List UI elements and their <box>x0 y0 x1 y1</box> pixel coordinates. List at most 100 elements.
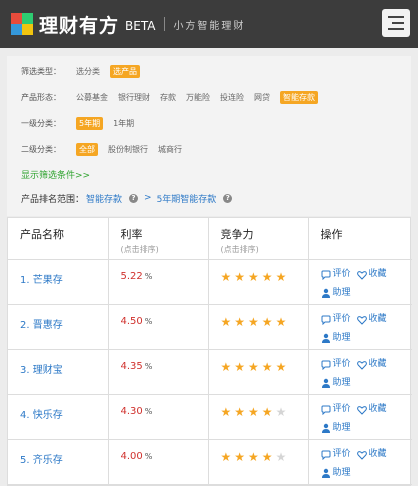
star-icon: ★ <box>220 315 232 329</box>
logo-icon[interactable] <box>11 13 33 35</box>
menu-icon <box>388 16 404 18</box>
star-icon: ★ <box>275 405 287 419</box>
filter-label: 产品形态： <box>21 92 61 102</box>
star-icon: ★ <box>275 270 287 284</box>
comment-label: 评价 <box>332 449 351 459</box>
product-name-cell: 5. 齐乐存 <box>8 439 109 485</box>
rank-label: 产品排名范围： <box>21 194 85 205</box>
comment-label: 评价 <box>332 269 351 279</box>
filter-row: 产品形态： 公募基金 银行理财 存款 万能险 投连险 网贷 智能存款 <box>21 90 400 104</box>
favorite-button[interactable]: 收藏 <box>356 357 387 372</box>
heart-icon <box>356 405 367 415</box>
help-icon[interactable]: ? <box>223 193 233 203</box>
filter-option[interactable]: 投连险 <box>220 92 244 103</box>
competitiveness-cell: ★ ★ ★ ★ ★ <box>208 349 309 395</box>
comment-button[interactable]: 评价 <box>321 312 351 327</box>
slogan: 小方智能理财 <box>173 20 246 32</box>
assistant-button[interactable]: 助理 <box>321 376 351 391</box>
rank-level1-link[interactable]: 智能存款 <box>86 192 122 205</box>
product-name-cell: 3. 理财宝 <box>8 349 109 395</box>
menu-button[interactable] <box>382 9 410 37</box>
column-header[interactable]: 竞争力 (点击排序) <box>208 218 309 260</box>
comment-button[interactable]: 评价 <box>321 357 351 372</box>
favorite-button[interactable]: 收藏 <box>356 402 387 417</box>
star-icon: ★ <box>234 450 246 464</box>
breadcrumb-arrow: > <box>144 193 152 203</box>
help-icon[interactable]: ? <box>129 193 139 203</box>
assistant-label: 助理 <box>332 467 351 478</box>
product-name-link[interactable]: 5. 齐乐存 <box>20 455 63 466</box>
filter-option[interactable]: 存款 <box>160 92 176 103</box>
filter-option[interactable]: 1年期 <box>113 118 134 129</box>
star-rating: ★ ★ ★ ★ ★ <box>221 406 308 418</box>
star-icon: ★ <box>248 450 259 464</box>
comment-button[interactable]: 评价 <box>321 267 351 282</box>
show-filters-link[interactable]: 显示筛选条件>> <box>21 168 400 182</box>
filter-option[interactable]: 全部 <box>76 142 98 156</box>
comment-icon <box>321 315 330 325</box>
filter-option[interactable]: 选产品 <box>110 64 140 78</box>
rate-cell: 4.00% <box>108 439 209 485</box>
rate-unit: % <box>144 407 153 416</box>
product-name-link[interactable]: 3. 理财宝 <box>20 365 63 376</box>
filter-panel: 筛选类型： 选分类 选产品 产品形态： 公募基金 银行理财 存款 万能险 投连险 网贷 智能存款 一级… <box>7 56 411 216</box>
rank-range: 产品排名范围： 智能存款 ? > 5年期智能存款 ? <box>21 191 400 205</box>
favorite-label: 收藏 <box>368 314 387 324</box>
star-icon: ★ <box>234 360 246 374</box>
filter-option[interactable]: 股份制银行 <box>108 144 148 155</box>
product-table: 产品名称 利率 (点击排序) 竞争力 (点击排序) 操作 1. 芒果存 5.22% ★ ★ ★ ★ ★… <box>7 217 412 486</box>
assistant-label: 助理 <box>332 422 351 433</box>
rate-unit: % <box>144 362 153 371</box>
column-header[interactable]: 利率 (点击排序) <box>108 218 209 260</box>
star-icon: ★ <box>261 405 273 419</box>
filter-option[interactable]: 公募基金 <box>76 92 108 103</box>
filter-row: 二级分类： 全部 股份制银行 城商行 <box>21 142 400 156</box>
filter-option[interactable]: 城商行 <box>158 144 182 155</box>
filter-option[interactable]: 选分类 <box>76 66 100 77</box>
column-title: 操作 <box>320 228 343 241</box>
brand-name[interactable]: 理财有方 <box>39 11 119 38</box>
assistant-button[interactable]: 助理 <box>321 286 351 301</box>
star-icon: ★ <box>275 450 287 464</box>
assistant-button[interactable]: 助理 <box>321 466 351 481</box>
actions-cell: 评价 收藏助理 <box>308 304 412 350</box>
favorite-button[interactable]: 收藏 <box>356 267 387 282</box>
comment-icon <box>321 360 330 370</box>
column-header: 产品名称 <box>8 218 109 260</box>
rank-level2-link[interactable]: 5年期智能存款 <box>157 192 217 205</box>
star-icon: ★ <box>248 360 259 374</box>
rate-cell: 5.22% <box>108 259 209 305</box>
heart-icon <box>356 270 367 280</box>
filter-option[interactable]: 智能存款 <box>280 90 318 104</box>
comment-icon <box>321 405 330 415</box>
filter-row: 一级分类： 5年期 1年期 <box>21 116 400 130</box>
assistant-button[interactable]: 助理 <box>321 331 351 346</box>
favorite-label: 收藏 <box>368 449 387 459</box>
rate-value: 5.22 <box>120 271 143 282</box>
star-icon: ★ <box>248 270 259 284</box>
star-icon: ★ <box>234 405 246 419</box>
favorite-label: 收藏 <box>368 269 387 279</box>
star-rating: ★ ★ ★ ★ ★ <box>221 361 308 373</box>
comment-button[interactable]: 评价 <box>321 447 351 462</box>
assistant-button[interactable]: 助理 <box>321 421 351 436</box>
rate-cell: 4.35% <box>108 349 209 395</box>
filter-option[interactable]: 5年期 <box>76 116 104 130</box>
filter-label: 二级分类： <box>21 144 61 154</box>
filter-option[interactable]: 万能险 <box>186 92 210 103</box>
column-title: 利率 <box>120 228 143 241</box>
product-name-link[interactable]: 1. 芒果存 <box>20 275 63 286</box>
actions-cell: 评价 收藏助理 <box>308 259 412 305</box>
filter-option[interactable]: 网贷 <box>254 92 270 103</box>
assistant-label: 助理 <box>332 332 351 343</box>
favorite-button[interactable]: 收藏 <box>356 447 387 462</box>
favorite-button[interactable]: 收藏 <box>356 312 387 327</box>
product-name-cell: 2. 晋惠存 <box>8 304 109 350</box>
heart-icon <box>356 315 367 325</box>
user-icon <box>321 333 330 343</box>
product-name-link[interactable]: 2. 晋惠存 <box>20 320 63 331</box>
comment-button[interactable]: 评价 <box>321 402 351 417</box>
filter-option[interactable]: 银行理财 <box>118 92 150 103</box>
comment-label: 评价 <box>332 314 351 324</box>
product-name-link[interactable]: 4. 快乐存 <box>20 410 63 421</box>
